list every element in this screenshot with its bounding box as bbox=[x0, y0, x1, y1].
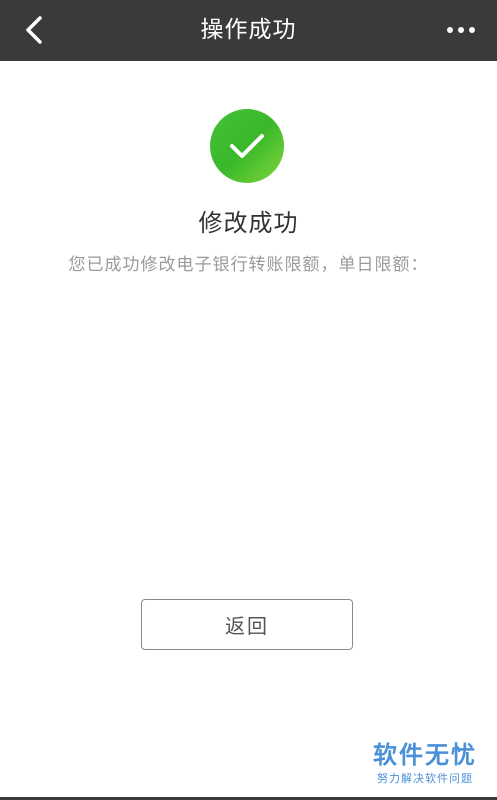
watermark-logo: 软件无忧 努力解决软件问题 bbox=[373, 735, 477, 786]
checkmark-icon bbox=[230, 134, 264, 158]
check-circle-icon bbox=[210, 109, 284, 183]
result-description: 您已成功修改电子银行转账限额，单日限额： bbox=[68, 255, 429, 275]
return-button[interactable]: 返回 bbox=[141, 599, 353, 650]
top-bar: 操作成功 bbox=[0, 0, 497, 61]
page-title: 操作成功 bbox=[200, 17, 297, 43]
more-button[interactable] bbox=[439, 10, 483, 50]
watermark-main: 软件无忧 bbox=[373, 741, 477, 769]
watermark-sub: 努力解决软件问题 bbox=[377, 772, 473, 785]
more-horizontal-icon bbox=[447, 27, 453, 33]
more-dot bbox=[458, 27, 464, 33]
more-dot bbox=[469, 27, 475, 33]
result-title: 修改成功 bbox=[198, 209, 299, 237]
